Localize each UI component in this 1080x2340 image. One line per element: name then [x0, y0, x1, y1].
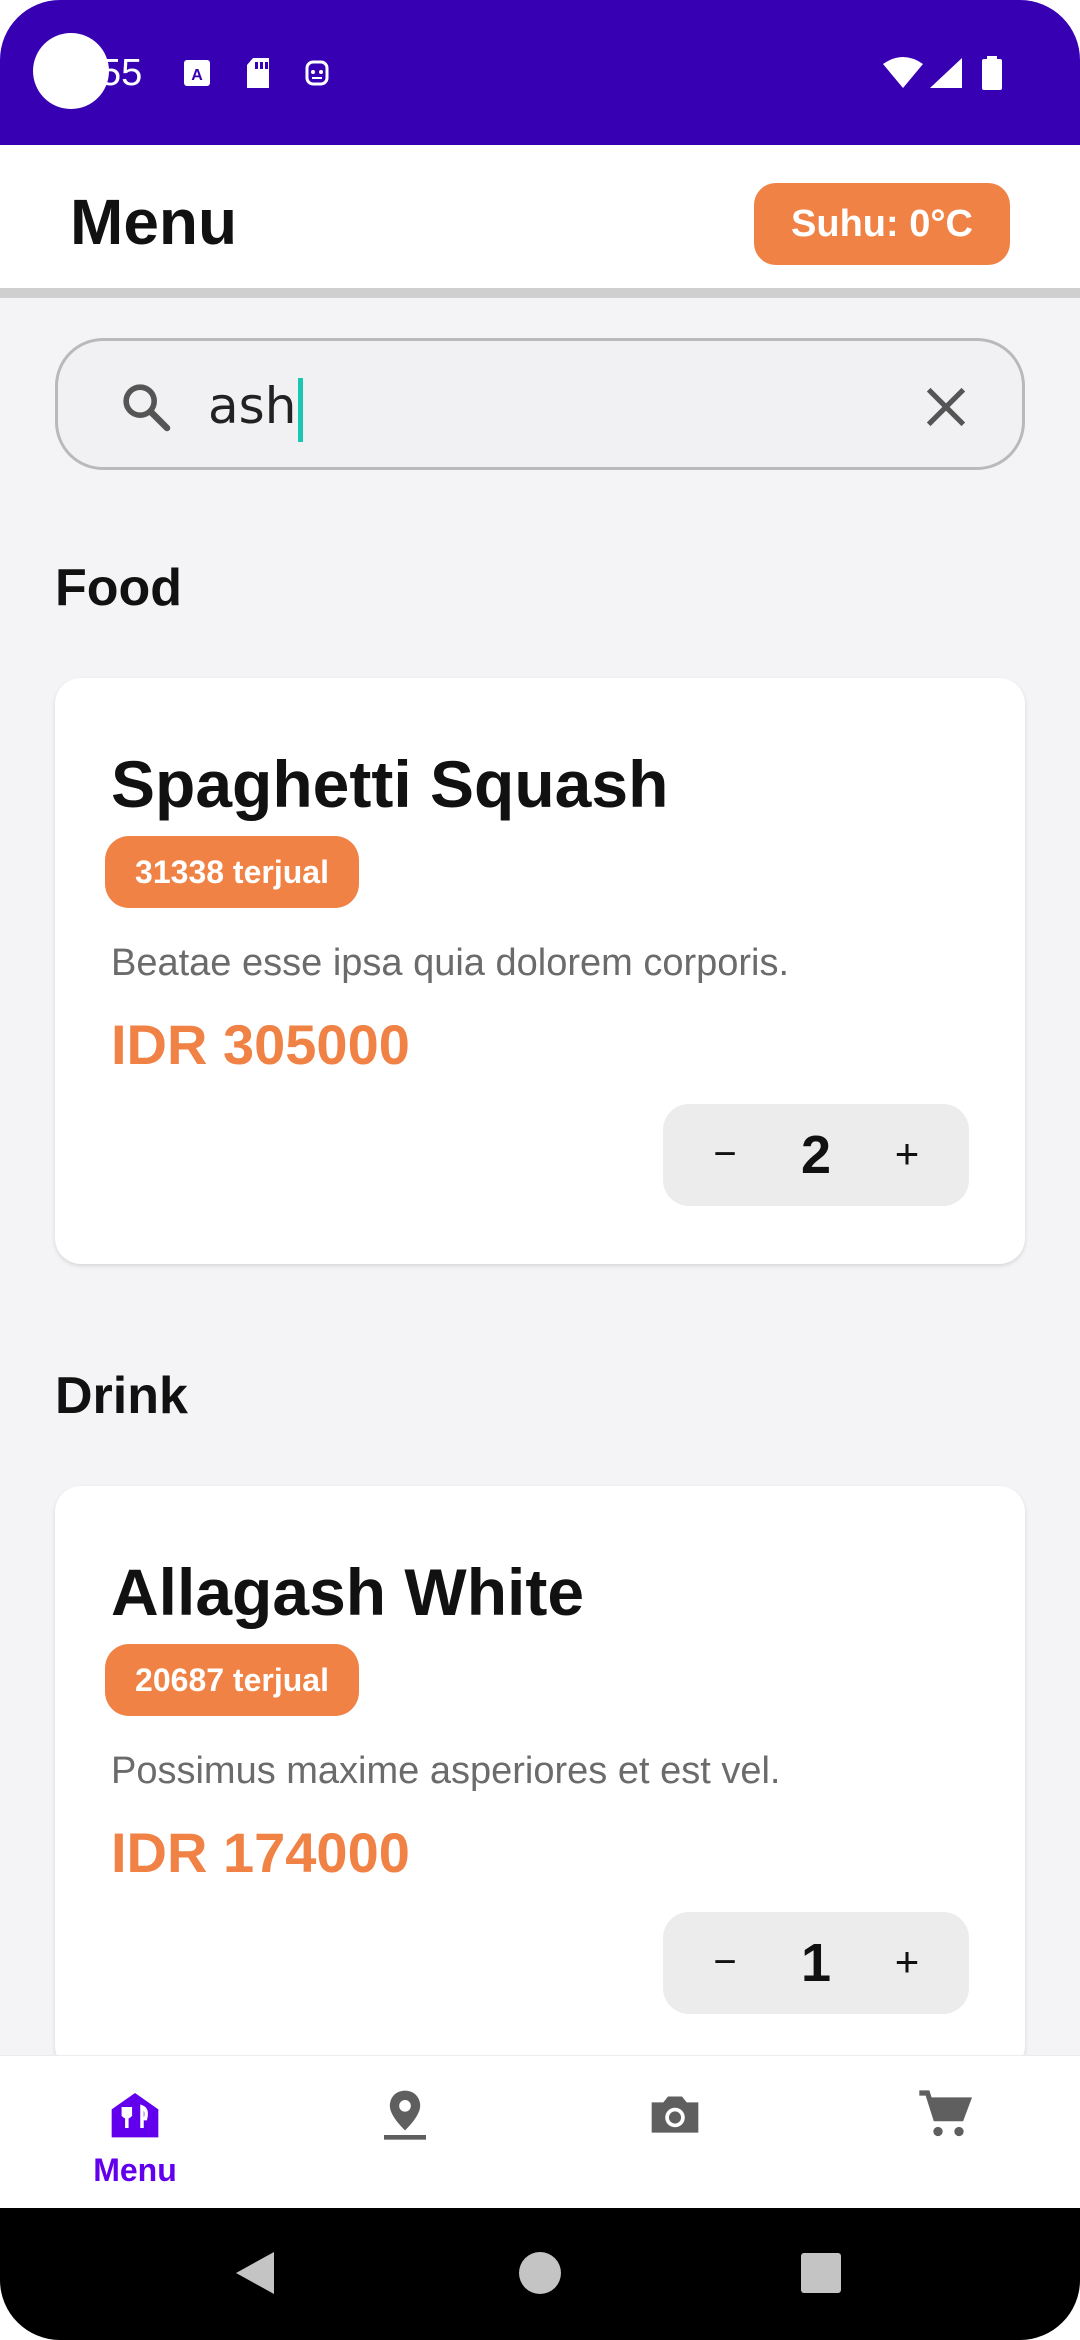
nav-item-menu[interactable]: Menu	[0, 2056, 270, 2209]
svg-text:A: A	[191, 67, 203, 84]
item-description: Possimus maxime asperiores et est vel.	[111, 1750, 781, 1792]
section-title-drink: Drink	[55, 1367, 188, 1425]
clear-search-icon[interactable]	[920, 381, 972, 433]
search-field[interactable]: ash	[55, 338, 1025, 470]
temperature-badge[interactable]: Suhu: 0°C	[754, 183, 1010, 265]
sold-count-badge: 31338 terjual	[105, 836, 359, 908]
location-pin-icon	[384, 2090, 426, 2140]
quantity-value: 1	[800, 1933, 832, 1993]
increase-button[interactable]: +	[875, 1122, 939, 1186]
quantity-stepper: − 2 +	[663, 1104, 969, 1206]
battery-icon	[982, 56, 1002, 90]
search-input-value: ash	[208, 377, 297, 435]
menu-content[interactable]: ash Food Spaghetti Squash 31338 terjual …	[0, 298, 1080, 2055]
system-navigation-bar	[0, 2208, 1080, 2340]
nav-item-location[interactable]	[270, 2056, 540, 2209]
increase-button[interactable]: +	[875, 1930, 939, 1994]
page-title: Menu	[70, 186, 238, 258]
decrease-button[interactable]: −	[693, 1930, 757, 1994]
nav-item-camera[interactable]	[540, 2056, 810, 2209]
restaurant-menu-icon	[111, 2093, 159, 2138]
camera-icon	[651, 2096, 699, 2133]
quantity-stepper: − 1 +	[663, 1912, 969, 2014]
search-input[interactable]: ash	[208, 377, 304, 442]
app-bar-divider	[0, 288, 1080, 298]
nav-label-menu: Menu	[93, 2152, 177, 2188]
menu-item-card[interactable]: Spaghetti Squash 31338 terjual Beatae es…	[55, 678, 1025, 1264]
camera-cutout	[33, 33, 109, 109]
quantity-value: 2	[800, 1125, 832, 1185]
nav-item-cart[interactable]	[810, 2056, 1080, 2209]
back-icon[interactable]	[234, 2250, 276, 2296]
item-price: IDR 174000	[111, 1821, 410, 1884]
cart-icon	[919, 2090, 973, 2137]
section-title-food: Food	[55, 559, 183, 617]
accessibility-icon	[305, 60, 329, 86]
wifi-icon	[883, 57, 923, 88]
status-time: 55	[100, 52, 143, 94]
text-caret	[298, 377, 304, 442]
signal-icon	[930, 58, 962, 88]
sd-card-icon	[247, 58, 269, 88]
item-description: Beatae esse ipsa quia dolorem corporis.	[111, 942, 790, 984]
item-price: IDR 305000	[111, 1013, 410, 1076]
menu-item-card[interactable]: Allagash White 20687 terjual Possimus ma…	[55, 1486, 1025, 2055]
home-icon[interactable]	[518, 2250, 562, 2296]
status-bar: 55 A	[0, 0, 1080, 145]
sold-count-badge: 20687 terjual	[105, 1644, 359, 1716]
app-bar: Menu Suhu: 0°C	[0, 145, 1080, 290]
bottom-navigation: Menu	[0, 2055, 1080, 2208]
item-name: Spaghetti Squash	[111, 747, 669, 821]
search-icon	[123, 384, 171, 432]
keyboard-notification-icon: A	[184, 60, 210, 86]
recents-icon[interactable]	[800, 2250, 842, 2296]
decrease-button[interactable]: −	[693, 1122, 757, 1186]
item-name: Allagash White	[111, 1555, 585, 1629]
